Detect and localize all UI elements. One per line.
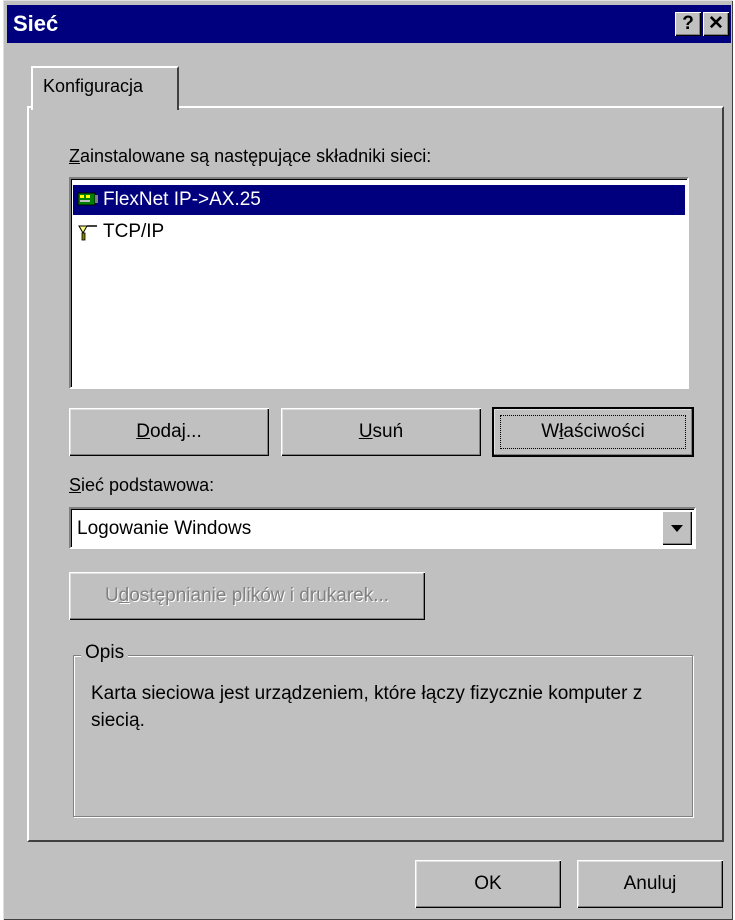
network-adapter-icon: [77, 192, 98, 206]
help-button[interactable]: ?: [675, 12, 701, 36]
primary-network-select[interactable]: Logowanie Windows: [69, 507, 696, 549]
list-item-label: FlexNet IP->AX.25: [103, 189, 261, 210]
list-item-label: TCP/IP: [103, 221, 165, 242]
protocol-icon: [78, 225, 97, 241]
help-icon: ?: [682, 13, 694, 34]
tab-label: Konfiguracja: [43, 76, 144, 96]
close-icon: ✕: [708, 13, 724, 34]
close-button[interactable]: ✕: [703, 12, 729, 36]
properties-button[interactable]: Właściwości: [492, 407, 694, 457]
cancel-button[interactable]: Anuluj: [577, 860, 723, 908]
file-printer-sharing-button[interactable]: Udostępnianie plików i drukarek...: [69, 572, 425, 620]
primary-network-value: Logowanie Windows: [77, 518, 252, 539]
list-item[interactable]: TCP/IP: [73, 217, 685, 247]
window-title: Sieć: [13, 11, 59, 36]
ok-button[interactable]: OK: [415, 860, 561, 908]
list-item[interactable]: FlexNet IP->AX.25: [73, 185, 685, 215]
chevron-down-icon[interactable]: [662, 511, 692, 545]
primary-network-label: Sieć podstawowa:: [69, 475, 215, 495]
components-label: Zainstalowane są następujące składniki s…: [69, 146, 432, 166]
components-list[interactable]: FlexNet IP->AX.25 TCP/IP: [69, 177, 689, 389]
remove-button[interactable]: Usuń: [281, 408, 481, 456]
focus-rect: Właściwości: [500, 415, 686, 449]
description-text: Karta sieciowa jest urządzeniem, które ł…: [91, 683, 643, 731]
tab-configuration[interactable]: Konfiguracja: [31, 66, 179, 110]
network-dialog: Sieć ? ✕ Konfiguracja Zainstalowane są n…: [3, 0, 733, 920]
add-button[interactable]: Dodaj...: [69, 408, 269, 456]
description-title: Opis: [81, 642, 129, 664]
title-bar[interactable]: Sieć ? ✕: [7, 5, 731, 43]
